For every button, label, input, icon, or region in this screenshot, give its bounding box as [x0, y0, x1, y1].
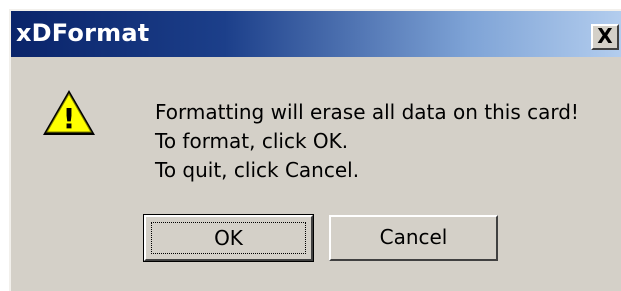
- ok-button[interactable]: OK: [143, 214, 314, 262]
- ok-button-label: OK: [151, 222, 306, 254]
- warning-glyph: !: [63, 102, 76, 135]
- message-line: Formatting will erase all data on this c…: [155, 100, 579, 124]
- close-button[interactable]: X: [591, 24, 619, 50]
- close-icon: X: [597, 24, 613, 48]
- cancel-button[interactable]: Cancel: [329, 215, 498, 261]
- message-line: To quit, click Cancel.: [155, 158, 360, 182]
- title-bar[interactable]: xDFormat X: [11, 11, 621, 57]
- format-dialog: xDFormat X ! Formatting will erase all d…: [9, 9, 621, 291]
- warning-icon: !: [43, 90, 95, 135]
- message-text: Formatting will erase all data on this c…: [155, 98, 579, 185]
- message-line: To format, click OK.: [155, 129, 349, 153]
- window-title: xDFormat: [16, 19, 150, 47]
